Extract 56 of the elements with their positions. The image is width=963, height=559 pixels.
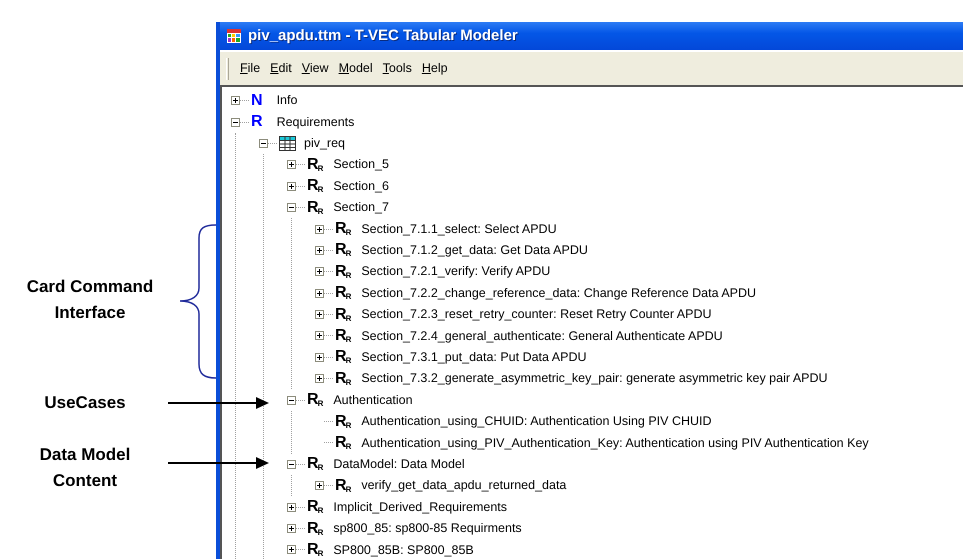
collapse-icon[interactable] xyxy=(287,460,296,469)
tree-item[interactable]: SP800_85B: SP800_85B xyxy=(333,540,474,559)
tree-item[interactable]: Section_7.3.1_put_data: Put Data APDU xyxy=(361,348,586,367)
expand-icon[interactable] xyxy=(287,160,296,170)
tree-item[interactable]: Requirements xyxy=(276,112,354,132)
expand-icon[interactable] xyxy=(315,288,324,298)
tree-item[interactable]: Info xyxy=(276,91,298,110)
tree-item[interactable]: Authentication_using_CHUID: Authentication Using PIV CHUID xyxy=(361,412,712,431)
menu-item[interactable]: Model xyxy=(334,58,378,79)
tree-item[interactable]: Section_7 xyxy=(333,198,389,218)
expand-icon[interactable] xyxy=(287,545,296,554)
collapse-icon[interactable] xyxy=(259,138,268,148)
app-icon xyxy=(226,28,242,44)
collapse-icon[interactable] xyxy=(287,203,296,212)
expand-icon[interactable] xyxy=(315,246,324,255)
expand-icon[interactable] xyxy=(315,267,324,276)
tree-item[interactable]: piv_req xyxy=(304,134,345,153)
menu-item[interactable]: File xyxy=(235,58,266,79)
expand-icon[interactable] xyxy=(287,182,296,191)
collapse-icon[interactable] xyxy=(287,396,296,405)
menu-item[interactable]: Help xyxy=(416,58,453,79)
tree-item[interactable]: Section_7.1.1_select: Select APDU xyxy=(361,220,557,238)
expand-icon[interactable] xyxy=(231,96,240,106)
tree-item[interactable]: Implicit_Derived_Requirements xyxy=(333,498,508,516)
expand-icon[interactable] xyxy=(315,310,324,320)
menu-item[interactable]: View xyxy=(296,58,334,79)
node-icon: R xyxy=(251,114,263,130)
tree-item[interactable]: Section_5 xyxy=(333,155,389,174)
callout-label: Data Model Content xyxy=(38,444,132,492)
tree-item[interactable]: sp800_85: sp800-85 Requirments xyxy=(333,519,522,538)
tree-item[interactable]: Authentication_using_PIV_Authentication_Key: Authentication using PIV Authentication Key xyxy=(361,434,869,452)
window-title: piv_apdu.ttm - T-VEC Tabular Modeler xyxy=(248,26,518,46)
node-icon: N xyxy=(251,92,263,109)
menu-item[interactable]: Edit xyxy=(265,58,297,79)
callout-label: Card Command Interface xyxy=(26,276,154,324)
expand-icon[interactable] xyxy=(315,352,324,362)
expand-icon[interactable] xyxy=(315,224,324,234)
tree-item[interactable]: Section_7.1.2_get_data: Get Data APDU xyxy=(361,241,588,260)
tree-item[interactable]: Section_7.2.2_change_reference_data: Change Reference Data APDU xyxy=(361,284,756,303)
tree-item[interactable]: Section_6 xyxy=(333,176,389,196)
collapse-icon[interactable] xyxy=(231,118,240,127)
expand-icon[interactable] xyxy=(315,331,324,340)
tree-item[interactable]: Section_7.3.2_generate_asymmetric_key_pair: generate asymmetric key pair APDU xyxy=(361,369,828,388)
table-icon xyxy=(279,136,296,151)
tree-item[interactable]: Authentication xyxy=(333,390,413,410)
menu-item[interactable]: Tools xyxy=(378,58,417,79)
callout-label: UseCases xyxy=(43,392,127,414)
expand-icon[interactable] xyxy=(287,524,296,533)
tree-item[interactable]: DataModel: Data Model xyxy=(333,454,465,474)
tree-item[interactable]: verify_get_data_apdu_returned_data xyxy=(361,476,566,496)
tree-item[interactable]: Section_7.2.1_verify: Verify APDU xyxy=(361,262,550,282)
tree-item[interactable]: Section_7.2.4_general_authenticate: General Authenticate APDU xyxy=(361,326,723,346)
expand-icon[interactable] xyxy=(287,502,296,512)
tree-item[interactable]: Section_7.2.3_reset_retry_counter: Reset Retry Counter APDU xyxy=(361,305,712,324)
expand-icon[interactable] xyxy=(315,374,324,384)
expand-icon[interactable] xyxy=(315,481,324,490)
